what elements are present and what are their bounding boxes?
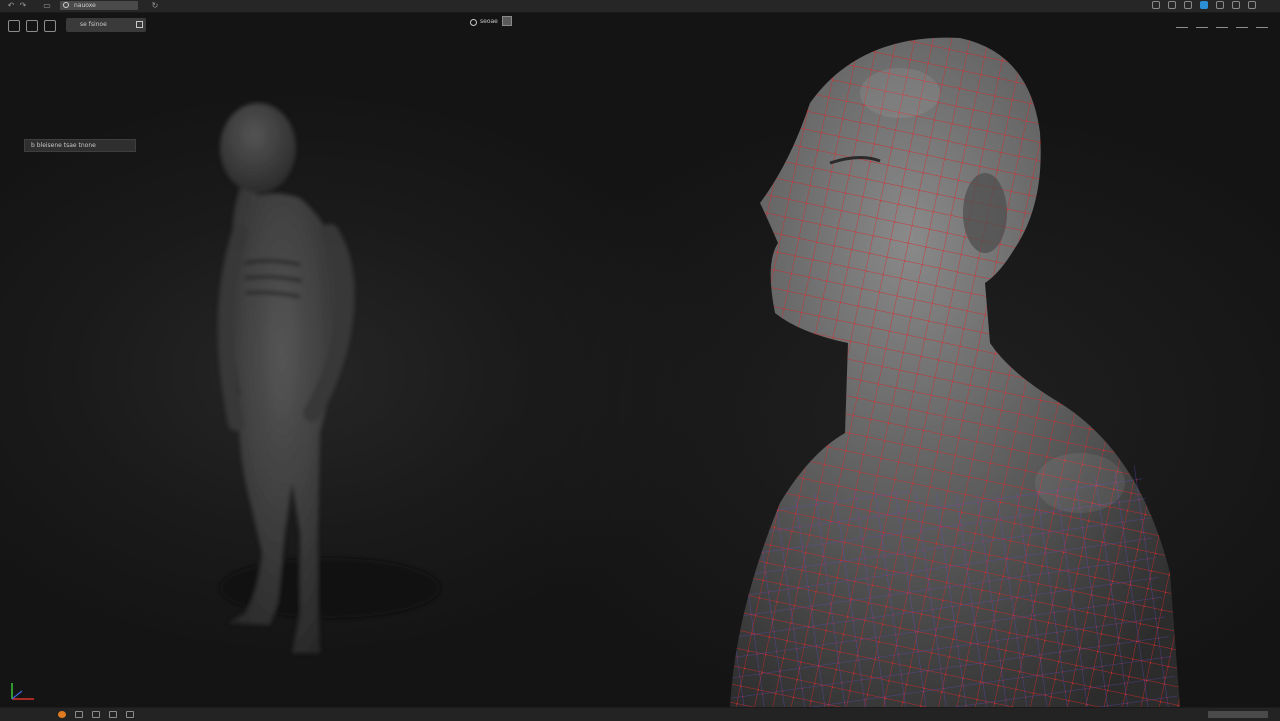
user-icon[interactable] <box>126 711 134 718</box>
search-icon <box>63 2 69 8</box>
full-body-sculpt <box>217 103 440 653</box>
doc-icon[interactable] <box>1168 1 1176 9</box>
undo-icon[interactable]: ↶ <box>6 2 16 10</box>
user-icon[interactable] <box>1248 1 1256 9</box>
redo-icon[interactable]: ↷ <box>18 2 28 10</box>
menu-icon[interactable] <box>75 711 83 718</box>
status-bar-icons <box>58 711 134 718</box>
camera-icon[interactable] <box>92 711 100 718</box>
head-bust-wireframe <box>730 37 1180 707</box>
status-bar <box>0 707 1280 721</box>
3d-viewport[interactable]: se fsinoe seoae b bleisene tsae tnone <box>0 13 1280 707</box>
status-progress-field[interactable] <box>1208 711 1268 718</box>
share-icon[interactable] <box>1232 1 1240 9</box>
heart-icon[interactable] <box>1216 1 1224 9</box>
layers-icon[interactable] <box>1184 1 1192 9</box>
render-icon[interactable] <box>58 711 66 718</box>
app-icon[interactable] <box>1200 1 1208 9</box>
file-icon[interactable]: ▭ <box>42 2 52 10</box>
search-field-value: nauoxe <box>74 2 96 9</box>
axis-gizmo <box>11 683 34 700</box>
sync-icon[interactable] <box>1152 1 1160 9</box>
film-icon[interactable] <box>109 711 117 718</box>
scene-render <box>217 37 1180 707</box>
top-right-toolbar <box>1152 1 1256 9</box>
app-top-bar: ↶ ↷ ▭ nauoxe ↻ <box>0 0 1280 13</box>
refresh-icon[interactable]: ↻ <box>150 2 160 10</box>
search-field[interactable]: nauoxe <box>60 1 138 10</box>
